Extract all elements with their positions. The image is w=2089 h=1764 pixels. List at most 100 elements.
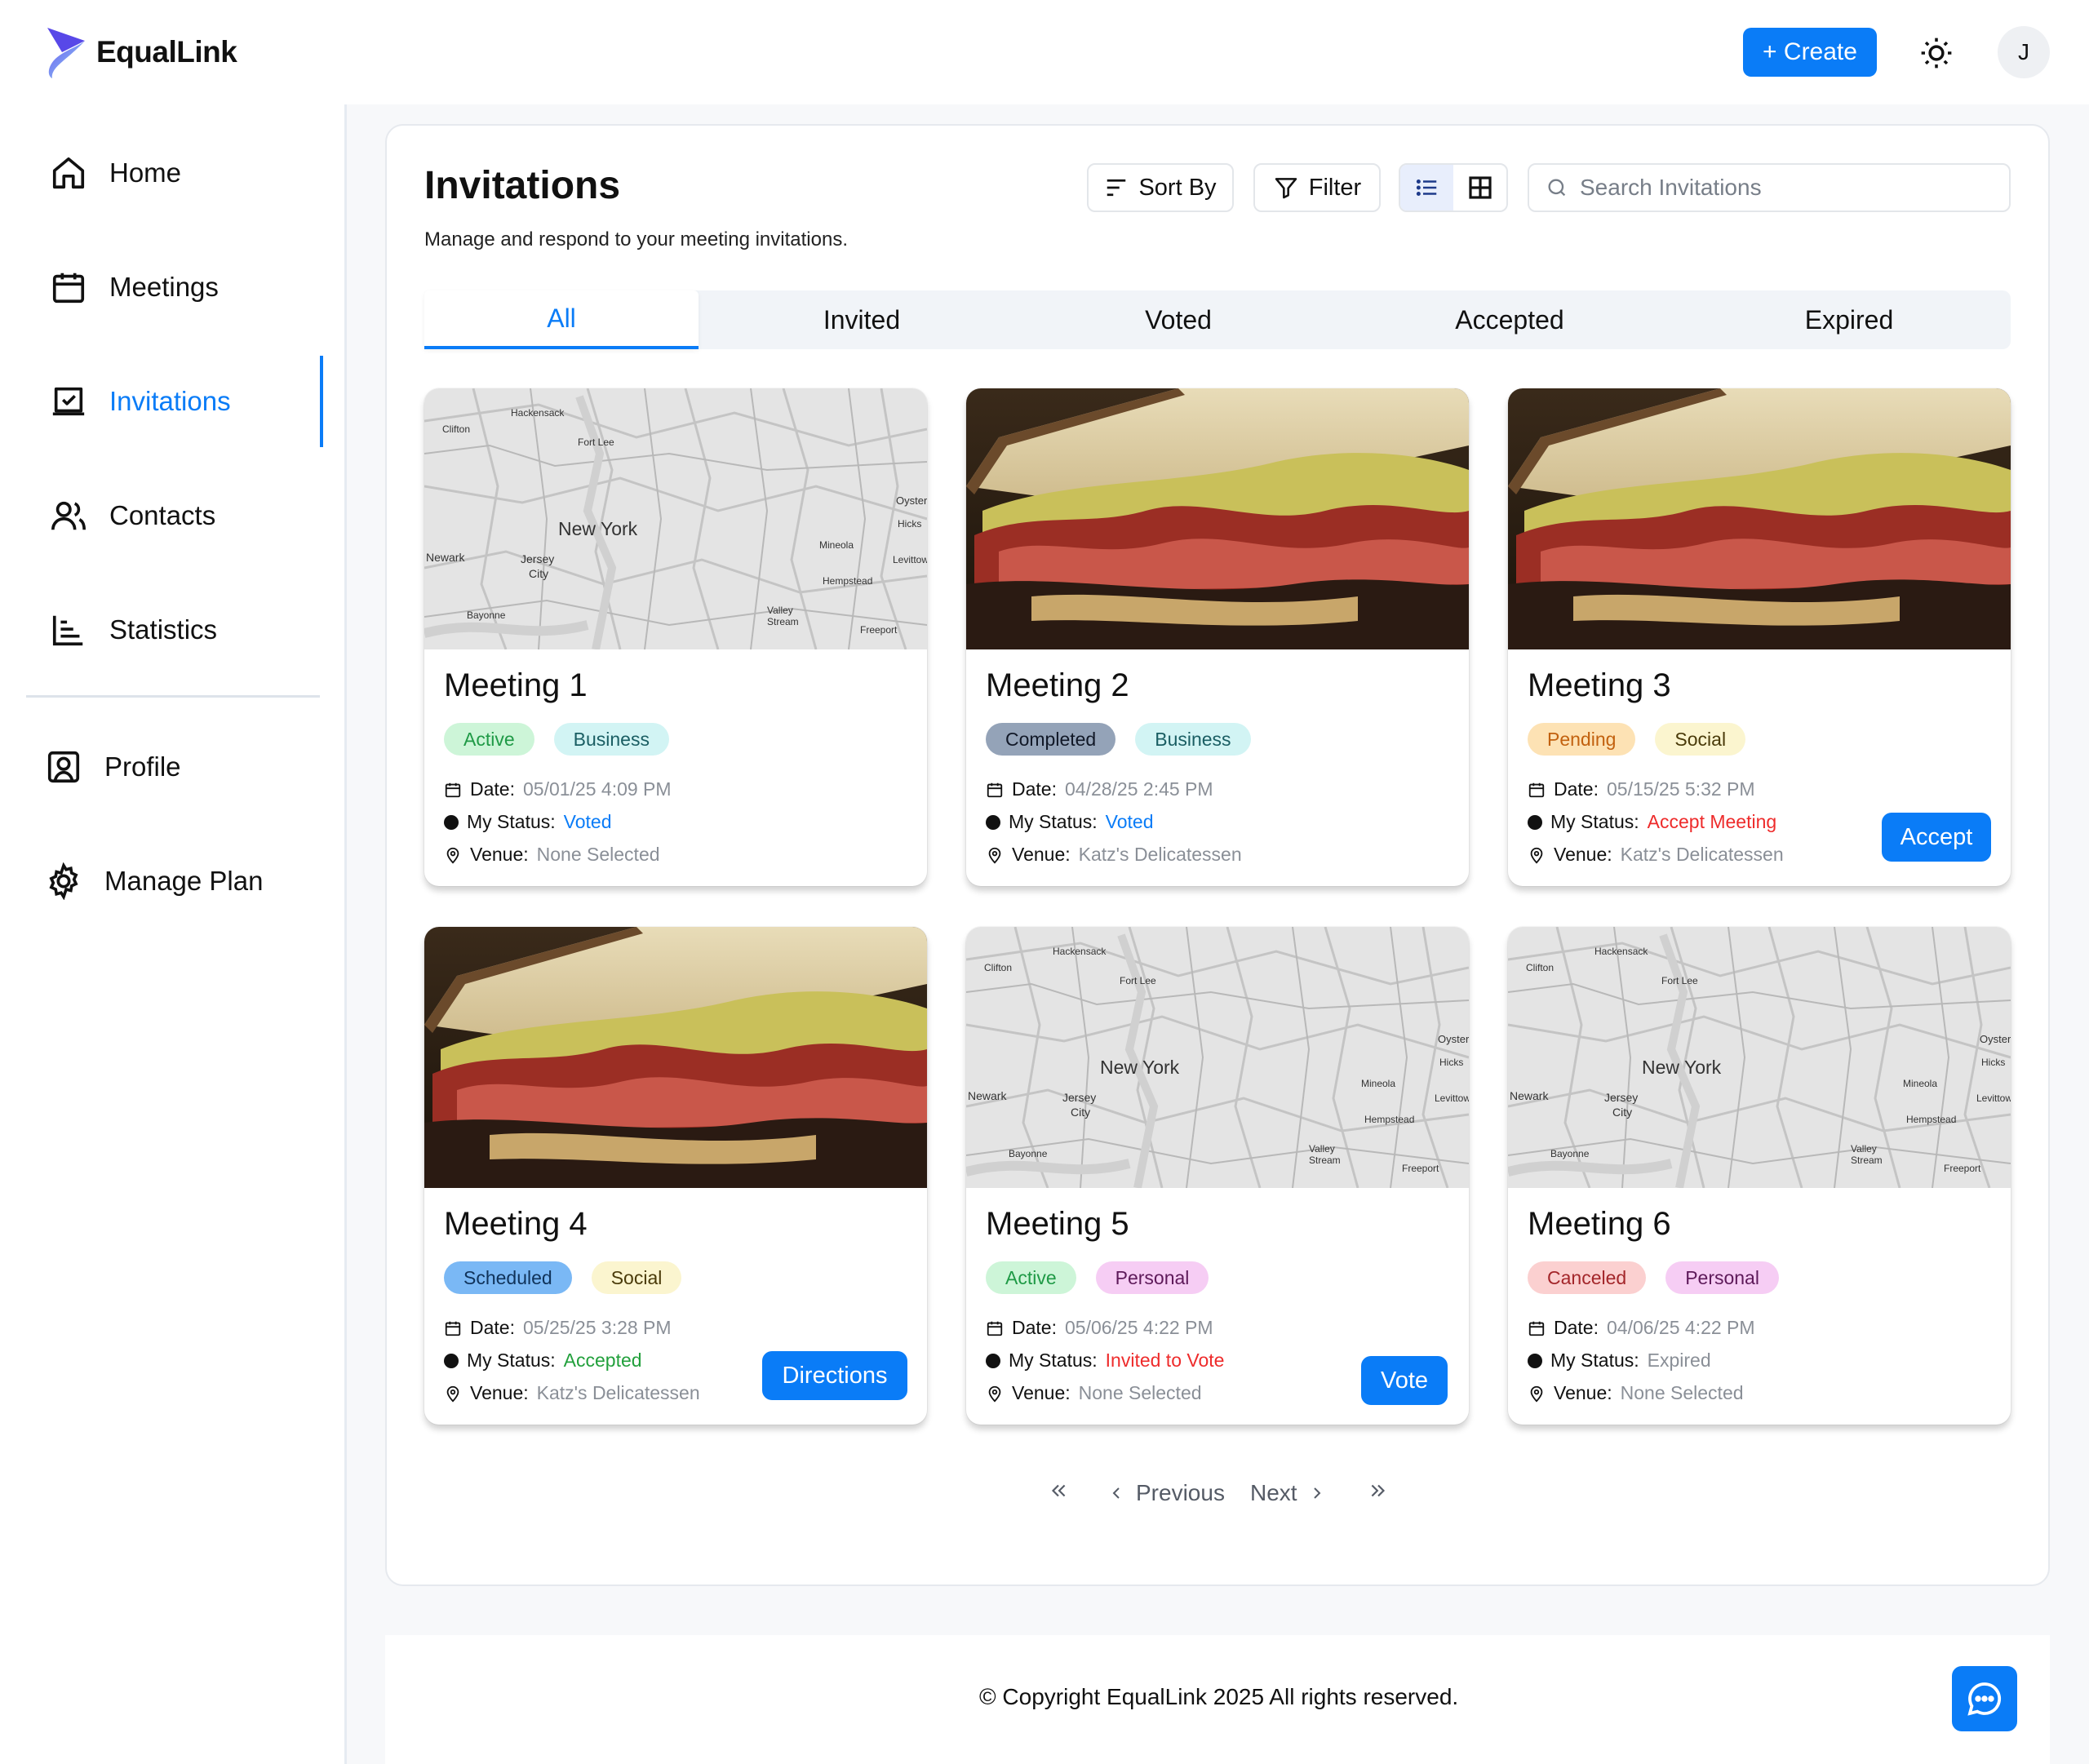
card-title: Meeting 4 [444,1206,588,1242]
invitation-card[interactable]: Meeting 4 Scheduled Social Date: 05/25/25 3:… [424,927,927,1425]
info-value: Katz's Delicatessen [1620,844,1784,865]
status-row: My Status: Expired [1528,1350,1711,1372]
invitation-card[interactable]: New York Jersey City Newark Hackensack Fo… [1508,927,2011,1425]
app-logo[interactable]: EqualLink [42,24,237,80]
tab-expired[interactable]: Expired [1688,290,2011,349]
svg-text:Hicks: Hicks [1981,1057,2005,1068]
gear-icon [41,858,86,904]
sidebar-item-label: Home [109,157,182,188]
svg-text:Jersey: Jersey [1062,1091,1096,1104]
card-title: Meeting 5 [986,1206,1129,1242]
tab-invited[interactable]: Invited [699,290,1025,349]
next-page-button[interactable]: Next [1250,1480,1327,1506]
venue-photo [424,927,927,1188]
status-row: My Status: Accepted [444,1350,642,1372]
sidebar-divider [26,695,320,698]
svg-text:Hempstead: Hempstead [1364,1114,1414,1125]
status-row: My Status: Invited to Vote [986,1350,1224,1372]
calendar-icon [986,1319,1004,1337]
status-dot-icon [1528,1353,1542,1368]
chat-button[interactable] [1952,1666,2017,1731]
svg-text:Newark: Newark [1510,1089,1549,1102]
accept-button[interactable]: Accept [1882,813,1991,862]
date-row: Date: 05/01/25 4:09 PM [444,778,672,800]
calendar-icon [444,781,462,799]
category-badge: Social [1655,723,1746,756]
invitation-card[interactable]: New York Jersey City Newark Hackensack Fo… [966,927,1469,1425]
last-page-button[interactable] [1368,1480,1389,1501]
venue-row: Venue: Katz's Delicatessen [444,1382,700,1404]
date-row: Date: 04/28/25 2:45 PM [986,778,1213,800]
invitation-card[interactable]: Meeting 3 Pending Social Date: 05/15/25 5:32… [1508,388,2011,886]
previous-label: Previous [1136,1480,1225,1505]
card-badges: Scheduled Social [444,1261,682,1294]
status-dot-icon [444,814,459,830]
category-badge: Personal [1665,1261,1779,1294]
status-badge: Pending [1528,723,1636,756]
avatar[interactable]: J [1998,26,2050,78]
tab-accepted[interactable]: Accepted [1332,290,1688,349]
sun-icon[interactable] [1914,31,1958,75]
info-label: Date: [1012,1317,1057,1338]
previous-page-button[interactable]: Previous [1107,1480,1225,1506]
sidebar-item-invitations[interactable]: Invitations [46,377,231,426]
copyright-text: © Copyright EqualLink 2025 All rights re… [979,1684,1459,1709]
venue-row: Venue: Katz's Delicatessen [1528,844,1784,866]
top-bar: EqualLink + Create J [0,0,2089,104]
status-dot-icon [1528,814,1542,830]
sidebar-item-profile[interactable]: Profile [41,742,181,791]
list-view-icon[interactable] [1400,165,1453,211]
svg-text:City: City [1071,1106,1090,1119]
svg-text:Freeport: Freeport [1944,1163,1981,1174]
svg-text:Valley: Valley [767,605,793,616]
status-row: My Status: Voted [444,811,612,833]
sidebar-item-home[interactable]: Home [46,148,181,197]
sidebar-item-contacts[interactable]: Contacts [46,491,215,540]
info-value: Voted [563,811,612,832]
status-dot-icon [444,1353,459,1368]
svg-text:Oyster: Oyster [1980,1033,2011,1045]
chat-icon [1967,1682,2002,1716]
info-label: Venue: [1012,844,1071,865]
info-label: Date: [470,778,515,800]
tab-all[interactable]: All [424,290,699,349]
svg-text:City: City [1612,1106,1632,1119]
status-dot-icon [986,814,1000,830]
svg-text:City: City [529,567,548,580]
info-value: Accept Meeting [1647,811,1777,832]
sidebar-item-statistics[interactable]: Statistics [46,605,217,654]
sidebar-item-manage-plan[interactable]: Manage Plan [41,857,263,906]
grid-view-icon[interactable] [1453,165,1506,211]
svg-text:Clifton: Clifton [1526,962,1554,973]
sidebar-item-meetings[interactable]: Meetings [46,263,219,312]
filter-button[interactable]: Filter [1253,163,1381,212]
card-title: Meeting 6 [1528,1206,1671,1242]
vote-button[interactable]: Vote [1361,1356,1448,1405]
sidebar-border [344,104,347,1764]
search-input[interactable] [1580,175,1971,201]
calendar-icon [1528,781,1546,799]
status-tabs: All Invited Voted Accepted Expired [424,290,2011,349]
svg-text:Oyster: Oyster [1438,1033,1469,1045]
sidebar-item-label: Manage Plan [104,866,264,896]
card-title: Meeting 1 [444,667,588,703]
first-page-button[interactable] [1048,1480,1069,1501]
svg-text:Fort Lee: Fort Lee [578,437,614,448]
svg-text:Stream: Stream [1851,1155,1883,1166]
sidebar-item-label: Contacts [109,500,216,530]
create-button[interactable]: + Create [1743,28,1877,77]
svg-text:Hicks: Hicks [898,518,921,530]
chart-icon [46,607,91,653]
card-badges: Canceled Personal [1528,1261,1779,1294]
invitation-icon [46,379,91,424]
svg-text:Bayonne: Bayonne [1009,1148,1048,1159]
tab-voted[interactable]: Voted [1025,290,1332,349]
directions-button[interactable]: Directions [762,1351,907,1400]
invitation-card[interactable]: Meeting 2 Completed Business Date: 04/28/25 … [966,388,1469,886]
invitation-card[interactable]: New York Jersey City Newark Hackensack Fo… [424,388,927,886]
status-row: My Status: Voted [986,811,1154,833]
location-pin-icon [444,846,462,864]
info-value: Invited to Vote [1105,1350,1225,1371]
info-value: Katz's Delicatessen [1078,844,1242,865]
sort-button[interactable]: Sort By [1087,163,1234,212]
